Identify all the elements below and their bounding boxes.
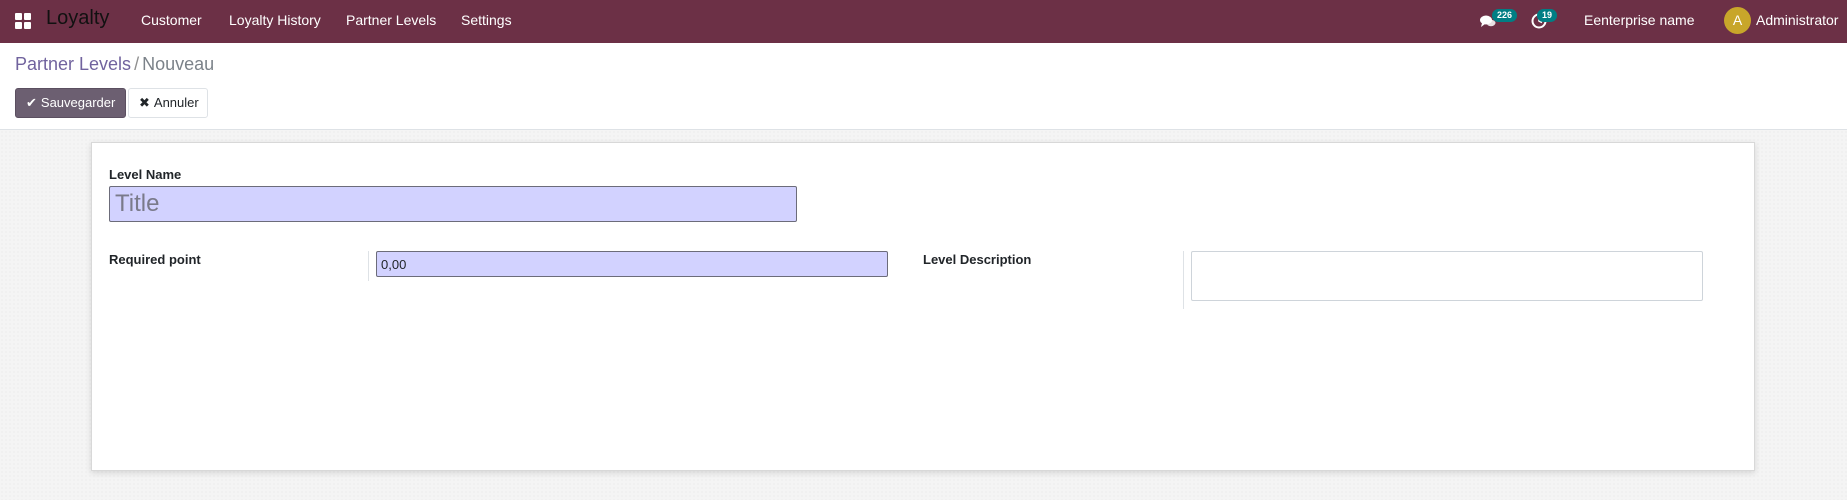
menu-item-settings[interactable]: Settings — [461, 12, 512, 28]
activities-count-badge: 19 — [1537, 9, 1558, 22]
breadcrumb-current: Nouveau — [142, 54, 215, 74]
menu-item-partner-levels[interactable]: Partner Levels — [346, 12, 436, 28]
company-switcher[interactable]: Eenterprise name — [1584, 12, 1695, 28]
app-brand[interactable]: Loyalty — [46, 7, 109, 30]
menu-item-loyalty-history[interactable]: Loyalty History — [229, 12, 321, 28]
save-button-label: Sauvegarder — [40, 95, 116, 110]
check-icon: ✔ — [26, 95, 37, 110]
breadcrumb-separator: / — [134, 54, 140, 74]
control-panel: Partner Levels / Nouveau ✔ Sauvegarder ✖ Ann… — [0, 43, 1847, 130]
top-navbar: Loyalty Customer Loyalty History Partner… — [0, 0, 1847, 43]
level-description-input[interactable] — [1191, 251, 1703, 301]
breadcrumb-parent[interactable]: Partner Levels — [15, 54, 131, 74]
times-icon: ✖ — [139, 95, 150, 110]
apps-grid-icon[interactable] — [15, 13, 31, 29]
level-description-label: Level Description — [923, 252, 1032, 267]
form-sheet: Level Name Required point Level Descript… — [91, 142, 1755, 471]
required-point-input[interactable] — [376, 251, 888, 277]
level-name-input[interactable] — [109, 186, 797, 222]
avatar[interactable]: A — [1724, 7, 1751, 34]
user-menu[interactable]: Administrator — [1756, 12, 1838, 28]
level-name-label: Level Name — [109, 167, 182, 182]
cancel-button[interactable]: ✖ Annuler — [128, 88, 208, 118]
breadcrumb: Partner Levels / Nouveau — [15, 54, 214, 75]
required-point-label: Required point — [109, 252, 201, 267]
cancel-button-label: Annuler — [153, 95, 199, 110]
save-button[interactable]: ✔ Sauvegarder — [15, 88, 126, 118]
messages-count-badge: 226 — [1492, 9, 1518, 22]
field-separator — [368, 251, 369, 281]
menu-item-customer[interactable]: Customer — [141, 12, 202, 28]
field-separator — [1183, 251, 1184, 309]
